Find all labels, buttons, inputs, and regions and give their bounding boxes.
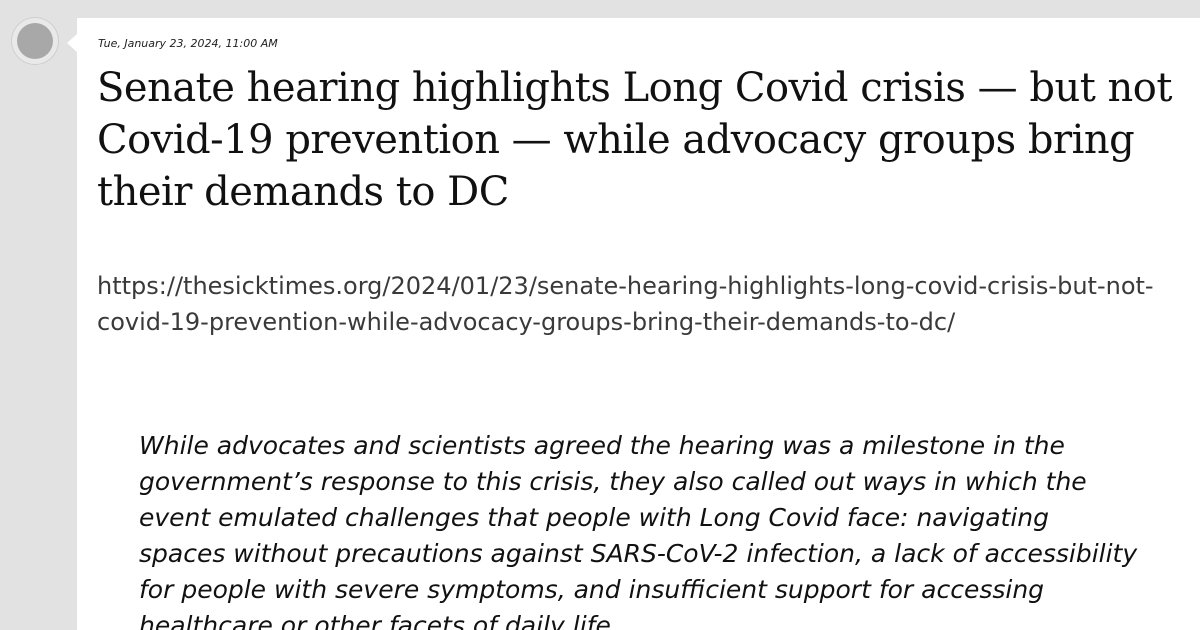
avatar-placeholder-icon [17, 23, 53, 59]
post-title: Senate hearing highlights Long Covid cri… [97, 65, 1172, 215]
card-pointer [67, 34, 77, 52]
post-card: Tue, January 23, 2024, 11:00 AM Senate h… [77, 18, 1200, 630]
avatar[interactable] [12, 18, 58, 64]
page: Tue, January 23, 2024, 11:00 AM Senate h… [0, 0, 1200, 630]
post-timestamp[interactable]: Tue, January 23, 2024, 11:00 AM [98, 37, 278, 50]
article-link[interactable]: https://thesicktimes.org/2024/01/23/sena… [97, 268, 1157, 340]
article-quote: While advocates and scientists agreed th… [139, 431, 1138, 630]
